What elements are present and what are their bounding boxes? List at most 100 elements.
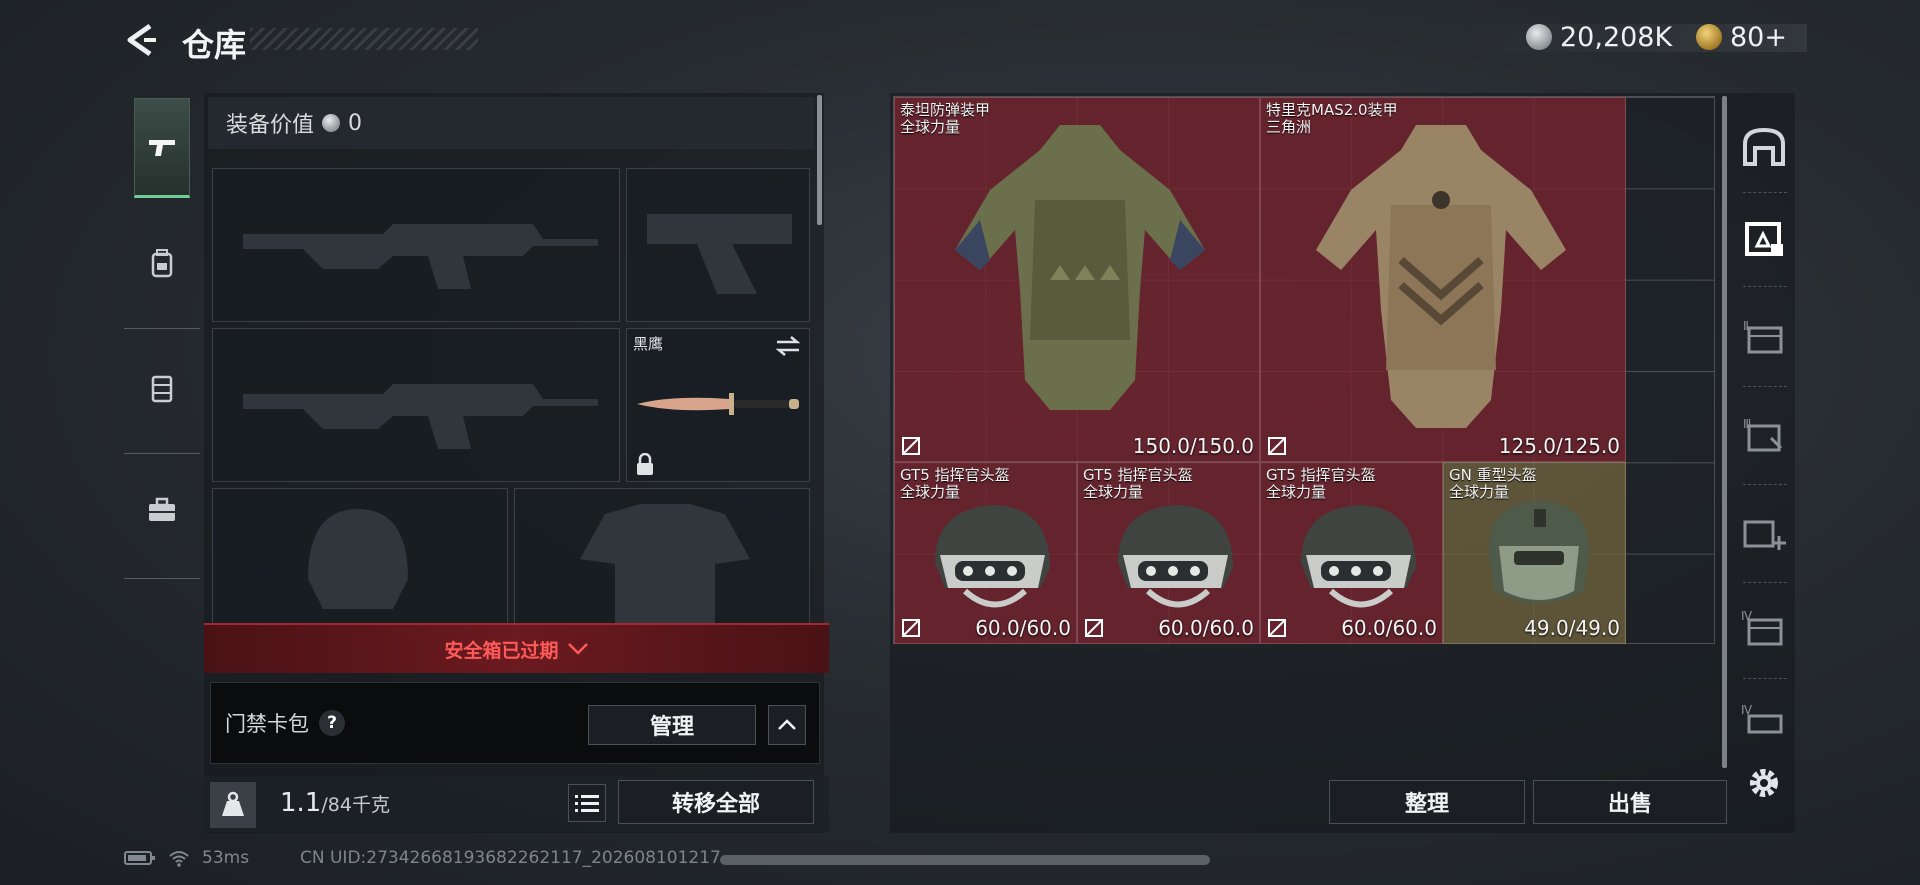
rifle-silhouette-icon: [243, 384, 598, 449]
body-armor-icon: [955, 125, 1205, 410]
body-armor-icon: [1316, 125, 1566, 428]
chevron-up-icon: [778, 719, 796, 730]
currency-silver-value: 20,208K: [1560, 21, 1673, 53]
manage-button[interactable]: 管理: [588, 705, 756, 745]
rig-icon: [151, 375, 173, 403]
item-durability: 60.0/60.0: [1158, 616, 1254, 640]
primary-weapon-slot[interactable]: [212, 168, 620, 322]
gold-coin-icon: [1696, 24, 1722, 50]
silver-coin-icon: [1526, 24, 1552, 50]
list-view-button[interactable]: [568, 784, 606, 822]
ping-value: 53ms: [202, 848, 250, 868]
armor-slot[interactable]: [514, 488, 810, 628]
settings-gear-icon[interactable]: [1741, 760, 1787, 806]
weight-max: /84千克: [321, 794, 390, 816]
item-durability: 49.0/49.0: [1524, 616, 1620, 640]
help-icon[interactable]: ?: [319, 710, 345, 736]
storage-item-helmet[interactable]: GT5 指挥官头盔 全球力量 60.0/60.0: [1260, 462, 1443, 644]
sort-button[interactable]: 整理: [1329, 780, 1525, 824]
tab-weapon[interactable]: [134, 98, 190, 198]
item-durability: 60.0/60.0: [1341, 616, 1437, 640]
tab-toolbox[interactable]: [134, 460, 190, 560]
equipment-value-label: 装备价值: [226, 113, 315, 138]
armor-silhouette-icon: [580, 504, 750, 624]
title-decoration: [250, 28, 478, 50]
helmet-icon: [935, 505, 1050, 608]
toolbox-icon: [149, 497, 175, 521]
home-indicator[interactable]: [720, 855, 1210, 865]
weight-icon: [210, 782, 256, 828]
rail-separator: [1743, 286, 1787, 287]
no-insure-icon: [1268, 437, 1286, 455]
heavy-helmet-icon: [1489, 501, 1589, 604]
item-durability: 60.0/60.0: [975, 616, 1071, 640]
secondary-weapon-slot[interactable]: [212, 328, 620, 482]
currency-silver[interactable]: 20,208K: [1526, 20, 1672, 54]
rail-separator: [1743, 678, 1787, 679]
storage-item-armor[interactable]: 泰坦防弹装甲 全球力量 150.0/150.0: [894, 97, 1260, 462]
storage-scrollbar[interactable]: [1722, 96, 1727, 768]
backpack-icon: [151, 249, 173, 278]
lock-icon: [637, 453, 653, 475]
no-insure-icon: [902, 619, 920, 637]
transfer-all-button[interactable]: 转移全部: [618, 780, 814, 824]
tab-separator: [124, 578, 200, 579]
category-tabs: [124, 88, 200, 584]
weight-value: 1.1: [280, 788, 322, 818]
tab-separator: [124, 453, 200, 454]
storage-iii-icon[interactable]: Ⅲ: [1741, 412, 1787, 458]
storage-ii-icon[interactable]: Ⅱ: [1741, 314, 1787, 360]
storage-item-armor[interactable]: 特里克MAS2.0装甲 三角洲 125.0/125.0: [1260, 97, 1626, 462]
storage-iv-b-icon[interactable]: Ⅳ: [1741, 700, 1787, 746]
helmet-icon: [1118, 505, 1233, 608]
list-icon: [575, 795, 599, 812]
storage-item-helmet[interactable]: GT5 指挥官头盔 全球力量 60.0/60.0: [894, 462, 1077, 644]
rail-separator: [1743, 484, 1787, 485]
card-bag-label: 门禁卡包: [225, 712, 309, 736]
melee-name: 黑鹰: [633, 335, 664, 353]
no-insure-icon: [1085, 619, 1103, 637]
equipment-value: 0: [348, 110, 363, 136]
item-durability: 150.0/150.0: [1132, 434, 1254, 458]
tab-separator: [124, 328, 200, 329]
storage-active-icon[interactable]: [1741, 216, 1787, 262]
rifle-silhouette-icon: [243, 224, 598, 289]
rail-separator: [1743, 386, 1787, 387]
tab-supplies[interactable]: [134, 213, 190, 313]
collapse-button[interactable]: [768, 705, 806, 745]
storage-item-helmet[interactable]: GT5 指挥官头盔 全球力量 60.0/60.0: [1077, 462, 1260, 644]
wifi-icon: [169, 851, 189, 867]
equipment-value-header: 装备价值 0: [208, 97, 814, 149]
currency-gold-value: 80+: [1730, 21, 1787, 53]
rail-separator: [1743, 192, 1787, 193]
carry-weight: 1.1/84千克: [280, 788, 390, 818]
knife-icon: [637, 393, 799, 415]
safehouse-icon[interactable]: [1741, 124, 1787, 170]
storage-add-icon[interactable]: [1741, 510, 1787, 556]
storage-item-helmet[interactable]: GN 重型头盔 全球力量 49.0/49.0: [1443, 462, 1626, 644]
storage-iv-icon[interactable]: Ⅳ: [1741, 606, 1787, 652]
swap-icon[interactable]: [775, 335, 801, 357]
pistol-icon: [149, 140, 175, 156]
no-insure-icon: [1268, 619, 1286, 637]
no-insure-icon: [902, 437, 920, 455]
helmet-silhouette-icon: [308, 509, 408, 609]
back-arrow-icon[interactable]: [124, 22, 160, 58]
pistol-slot[interactable]: [626, 168, 810, 322]
silver-coin-icon: [322, 114, 341, 132]
equipment-scrollbar[interactable]: [817, 95, 822, 225]
helmet-slot[interactable]: [212, 488, 508, 628]
currency-gold[interactable]: 80+: [1696, 20, 1787, 54]
device-status: 53ms: [124, 848, 249, 868]
safe-box-expired-banner[interactable]: 安全箱已过期: [204, 623, 829, 673]
item-durability: 125.0/125.0: [1498, 434, 1620, 458]
rail-separator: [1743, 582, 1787, 583]
melee-slot[interactable]: 黑鹰: [626, 328, 810, 482]
chevron-down-icon: [567, 643, 588, 655]
sell-button[interactable]: 出售: [1533, 780, 1727, 824]
player-uid: CN UID:2734266819368226211​7_20260810121…: [300, 848, 721, 868]
tab-rig[interactable]: [134, 338, 190, 438]
storage-rail: Ⅱ Ⅲ Ⅳ Ⅳ: [1733, 96, 1795, 797]
safe-box-expired-text: 安全箱已过期: [444, 639, 559, 662]
helmet-icon: [1301, 505, 1416, 608]
